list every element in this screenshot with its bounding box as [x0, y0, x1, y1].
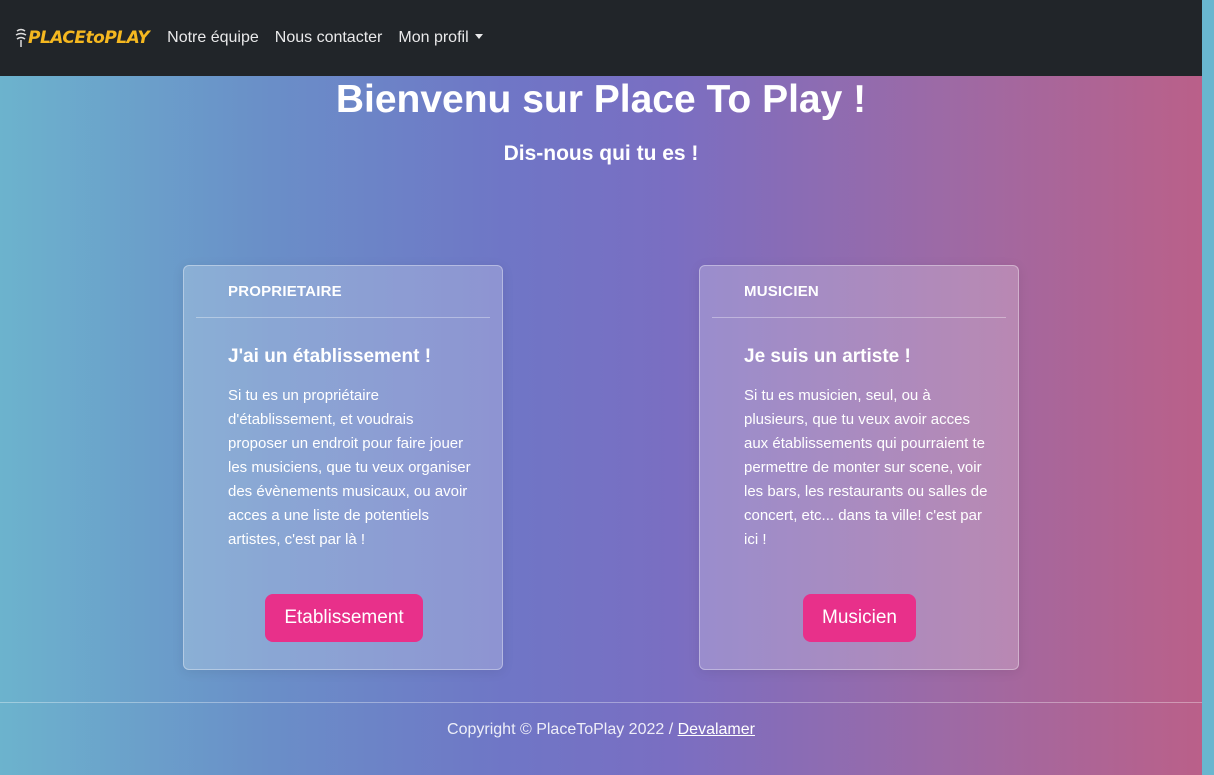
card-header: MUSICIEN	[712, 266, 1006, 318]
caret-down-icon	[474, 34, 483, 39]
nav-dropdown-profile-label: Mon profil	[398, 29, 469, 46]
brand-logo[interactable]: PLACEtoPLAY	[14, 27, 150, 49]
footer-copyright: Copyright © PlaceToPlay 2022 /	[447, 721, 678, 738]
page-background: PLACEtoPLAY Notre équipe Nous contacter …	[0, 0, 1202, 775]
card-title: J'ai un établissement !	[228, 346, 432, 367]
nav-link-team[interactable]: Notre équipe	[167, 29, 259, 47]
brand-text: PLACEtoPLAY	[28, 28, 150, 48]
nav-dropdown-profile[interactable]: Mon profil	[398, 29, 483, 47]
card-text: Si tu es un propriétaire d'établissement…	[228, 387, 471, 548]
page-title: Bienvenu sur Place To Play !	[335, 78, 867, 121]
card-header: PROPRIETAIRE	[196, 266, 490, 318]
navbar: PLACEtoPLAY Notre équipe Nous contacter …	[0, 0, 1202, 76]
guitar-icon	[15, 28, 27, 47]
card-proprietaire: PROPRIETAIRE J'ai un établissement ! Si …	[183, 265, 503, 670]
card-title: Je suis un artiste !	[744, 346, 911, 367]
page-subtitle: Dis-nous qui tu es !	[503, 142, 699, 165]
nav-link-contact[interactable]: Nous contacter	[275, 29, 383, 47]
footer-link-devalamer[interactable]: Devalamer	[678, 721, 755, 738]
card-text: Si tu es musicien, seul, ou à plusieurs,…	[744, 387, 988, 548]
musicien-button[interactable]: Musicien	[803, 594, 916, 642]
window-edge	[1202, 0, 1214, 775]
footer: Copyright © PlaceToPlay 2022 / Devalamer	[0, 721, 1202, 739]
card-musicien: MUSICIEN Je suis un artiste ! Si tu es m…	[699, 265, 1019, 670]
etablissement-button[interactable]: Etablissement	[265, 594, 423, 642]
footer-divider	[0, 702, 1202, 703]
